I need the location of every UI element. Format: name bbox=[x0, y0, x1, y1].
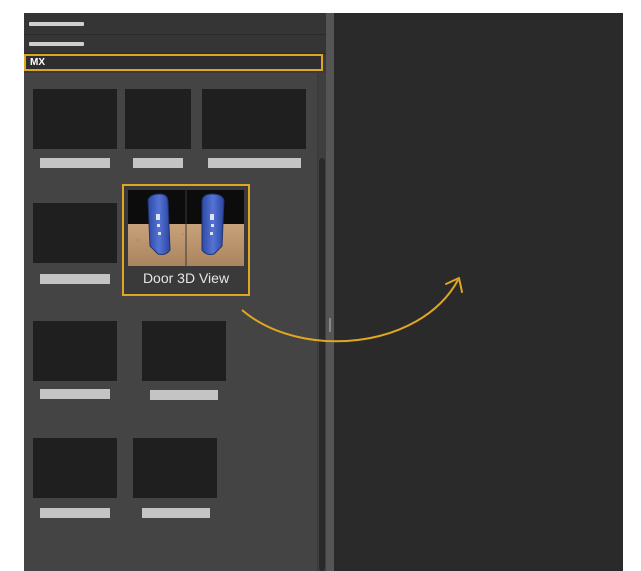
header-text-placeholder bbox=[29, 42, 84, 46]
panel-header-row-1[interactable] bbox=[24, 13, 326, 35]
asset-label-placeholder bbox=[150, 390, 218, 400]
asset-thumbnail[interactable] bbox=[33, 321, 117, 381]
mx-section-header[interactable]: MX bbox=[24, 54, 323, 71]
door-3d-thumbnail-icon bbox=[128, 190, 244, 266]
asset-label-placeholder bbox=[40, 508, 110, 518]
panel-scrollbar-thumb[interactable] bbox=[319, 158, 325, 571]
asset-label-placeholder bbox=[208, 158, 301, 168]
asset-grid bbox=[24, 73, 317, 571]
asset-thumbnail[interactable] bbox=[202, 89, 306, 149]
header-text-placeholder bbox=[29, 22, 84, 26]
asset-thumbnail[interactable] bbox=[33, 203, 117, 263]
scene-viewport[interactable] bbox=[334, 13, 623, 571]
asset-label-placeholder bbox=[133, 158, 183, 168]
asset-thumbnail[interactable] bbox=[33, 89, 117, 149]
asset-label-placeholder bbox=[142, 508, 210, 518]
panel-header-row-2[interactable] bbox=[24, 35, 326, 54]
asset-label-placeholder bbox=[40, 389, 110, 399]
door-3d-view-label: Door 3D View bbox=[142, 270, 230, 286]
splitter-grip-icon bbox=[329, 318, 331, 332]
asset-label-placeholder bbox=[40, 274, 110, 284]
asset-label-placeholder bbox=[40, 158, 110, 168]
panel-splitter[interactable] bbox=[326, 13, 334, 571]
asset-thumbnail[interactable] bbox=[125, 89, 191, 149]
asset-thumbnail[interactable] bbox=[133, 438, 217, 498]
asset-thumbnail[interactable] bbox=[142, 321, 226, 381]
door-3d-view-asset[interactable]: Door 3D View bbox=[122, 184, 250, 296]
mx-section-label: MX bbox=[30, 57, 45, 68]
asset-thumbnail[interactable] bbox=[33, 438, 117, 498]
